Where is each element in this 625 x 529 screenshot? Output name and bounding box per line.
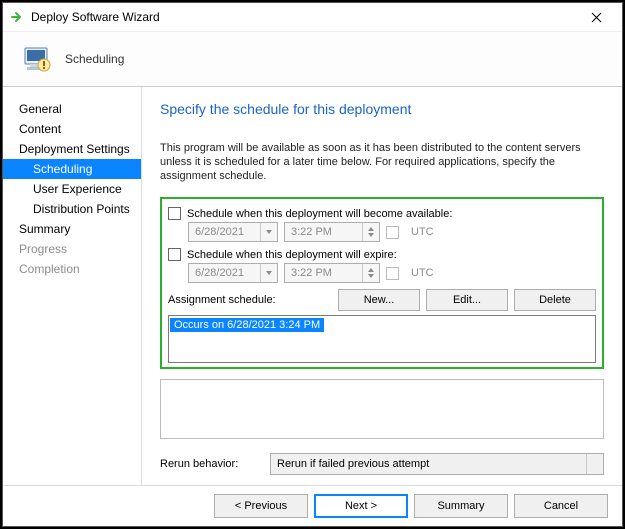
time-spinner-icon[interactable] xyxy=(362,223,379,241)
next-button[interactable]: Next > xyxy=(314,494,408,518)
expire-row: Schedule when this deployment will expir… xyxy=(168,248,596,261)
summary-button[interactable]: Summary xyxy=(414,494,508,518)
nav-progress: Progress xyxy=(3,239,141,259)
available-time-value: 3:22 PM xyxy=(285,226,362,238)
extra-empty-box xyxy=(160,379,604,439)
rerun-label: Rerun behavior: xyxy=(160,458,256,470)
close-button[interactable] xyxy=(576,4,616,30)
intro-text: This program will be available as soon a… xyxy=(160,141,604,183)
time-spinner-icon[interactable] xyxy=(362,264,379,282)
body: General Content Deployment Settings Sche… xyxy=(3,87,622,485)
available-picker-row: 6/28/2021 3:22 PM UTC xyxy=(188,222,596,242)
previous-button[interactable]: < Previous xyxy=(214,494,308,518)
expire-date-picker[interactable]: 6/28/2021 xyxy=(188,263,278,283)
expire-picker-row: 6/28/2021 3:22 PM UTC xyxy=(188,263,596,283)
assignment-header: Assignment schedule: New... Edit... Dele… xyxy=(168,289,596,311)
nav-completion: Completion xyxy=(3,259,141,279)
nav-scheduling[interactable]: Scheduling xyxy=(3,159,141,179)
available-utc-checkbox xyxy=(386,226,399,239)
assignment-list[interactable]: Occurs on 6/28/2021 3:24 PM xyxy=(168,315,596,363)
chevron-down-icon[interactable] xyxy=(586,454,603,474)
content: Specify the schedule for this deployment… xyxy=(142,87,622,485)
page-title: Specify the schedule for this deployment xyxy=(160,101,604,117)
window-title: Deploy Software Wizard xyxy=(31,10,160,24)
available-utc-label: UTC xyxy=(411,226,434,238)
expire-utc-label: UTC xyxy=(411,267,434,279)
footer: < Previous Next > Summary Cancel xyxy=(3,485,622,526)
expire-checkbox[interactable] xyxy=(168,248,181,261)
available-label: Schedule when this deployment will becom… xyxy=(187,208,452,220)
nav-deployment-settings[interactable]: Deployment Settings xyxy=(3,139,141,159)
header-label: Scheduling xyxy=(65,52,124,66)
deploy-wizard-window: Deploy Software Wizard Scheduling Genera… xyxy=(2,2,623,527)
nav-content[interactable]: Content xyxy=(3,119,141,139)
expire-time-picker[interactable]: 3:22 PM xyxy=(284,263,380,283)
header-band: Scheduling xyxy=(3,32,622,87)
sidebar: General Content Deployment Settings Sche… xyxy=(3,87,142,485)
available-date-picker[interactable]: 6/28/2021 xyxy=(188,222,278,242)
assignment-label: Assignment schedule: xyxy=(168,294,332,306)
nav-summary[interactable]: Summary xyxy=(3,219,141,239)
cancel-button[interactable]: Cancel xyxy=(514,494,608,518)
nav-distribution-points[interactable]: Distribution Points xyxy=(3,199,141,219)
nav-user-experience[interactable]: User Experience xyxy=(3,179,141,199)
nav-general[interactable]: General xyxy=(3,99,141,119)
available-time-picker[interactable]: 3:22 PM xyxy=(284,222,380,242)
wizard-arrow-icon xyxy=(11,10,25,24)
titlebar: Deploy Software Wizard xyxy=(3,3,622,32)
available-checkbox[interactable] xyxy=(168,207,181,220)
available-date-value: 6/28/2021 xyxy=(189,226,260,238)
expire-date-value: 6/28/2021 xyxy=(189,267,260,279)
calendar-dropdown-icon[interactable] xyxy=(260,264,277,282)
expire-label: Schedule when this deployment will expir… xyxy=(187,249,397,261)
new-schedule-button[interactable]: New... xyxy=(338,289,420,311)
rerun-combobox[interactable]: Rerun if failed previous attempt xyxy=(270,453,604,475)
computer-icon xyxy=(19,41,55,77)
delete-schedule-button[interactable]: Delete xyxy=(514,289,596,311)
calendar-dropdown-icon[interactable] xyxy=(260,223,277,241)
schedule-highlight-box: Schedule when this deployment will becom… xyxy=(160,197,604,369)
assignment-item[interactable]: Occurs on 6/28/2021 3:24 PM xyxy=(170,318,324,332)
rerun-row: Rerun behavior: Rerun if failed previous… xyxy=(160,453,604,475)
rerun-value: Rerun if failed previous attempt xyxy=(271,458,586,470)
edit-schedule-button[interactable]: Edit... xyxy=(426,289,508,311)
expire-time-value: 3:22 PM xyxy=(285,267,362,279)
available-row: Schedule when this deployment will becom… xyxy=(168,207,596,220)
expire-utc-checkbox xyxy=(386,267,399,280)
